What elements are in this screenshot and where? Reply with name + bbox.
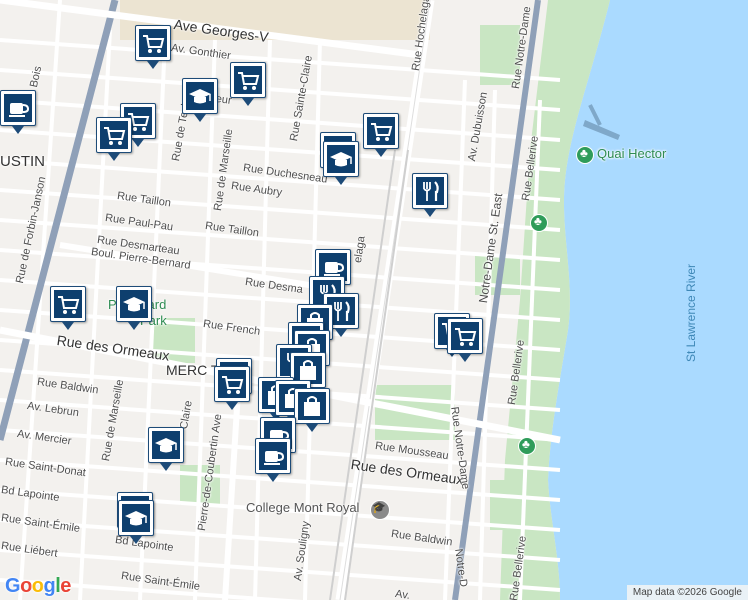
map-marker-shopping-cart[interactable] [135,25,171,69]
map-marker-shopping-cart[interactable] [214,366,250,410]
park-icon[interactable] [576,146,594,164]
street-label: Av. [394,588,411,600]
map-attribution[interactable]: Map data ©2026 Google [626,585,748,600]
water-label: St Lawrence River [684,263,698,362]
map-marker-shopping-cart[interactable] [50,286,86,330]
park-label-quai-hector[interactable]: Quai Hector [597,146,666,161]
map-marker-shopping-bag[interactable] [294,388,330,432]
map-marker-shopping-cart[interactable] [363,113,399,157]
map-marker-graduation-cap[interactable] [148,427,184,471]
park-icon[interactable] [518,437,536,455]
map-marker-shopping-cart[interactable] [230,62,266,106]
school-icon[interactable] [370,500,390,520]
map-marker-shopping-cart[interactable] [447,318,483,362]
map-marker-coffee-cup[interactable] [0,90,36,134]
park-icon[interactable] [530,214,548,232]
map-marker-shopping-cart[interactable] [96,117,132,161]
map-marker-graduation-cap[interactable] [323,141,359,185]
map-marker-graduation-cap[interactable] [182,78,218,122]
neighbourhood-label: USTIN [0,153,45,170]
google-logo: Google [5,575,71,597]
college-label[interactable]: College Mont Royal [246,500,359,515]
map-marker-graduation-cap[interactable] [118,500,154,544]
neighbourhood-label: MERC T [166,362,220,378]
map-marker-graduation-cap[interactable] [116,286,152,330]
map-marker-fork-knife[interactable] [412,173,448,217]
map-canvas[interactable]: Quai Hector College Mont Royal St Lawren… [0,0,748,600]
map-marker-coffee-cup[interactable] [255,438,291,482]
